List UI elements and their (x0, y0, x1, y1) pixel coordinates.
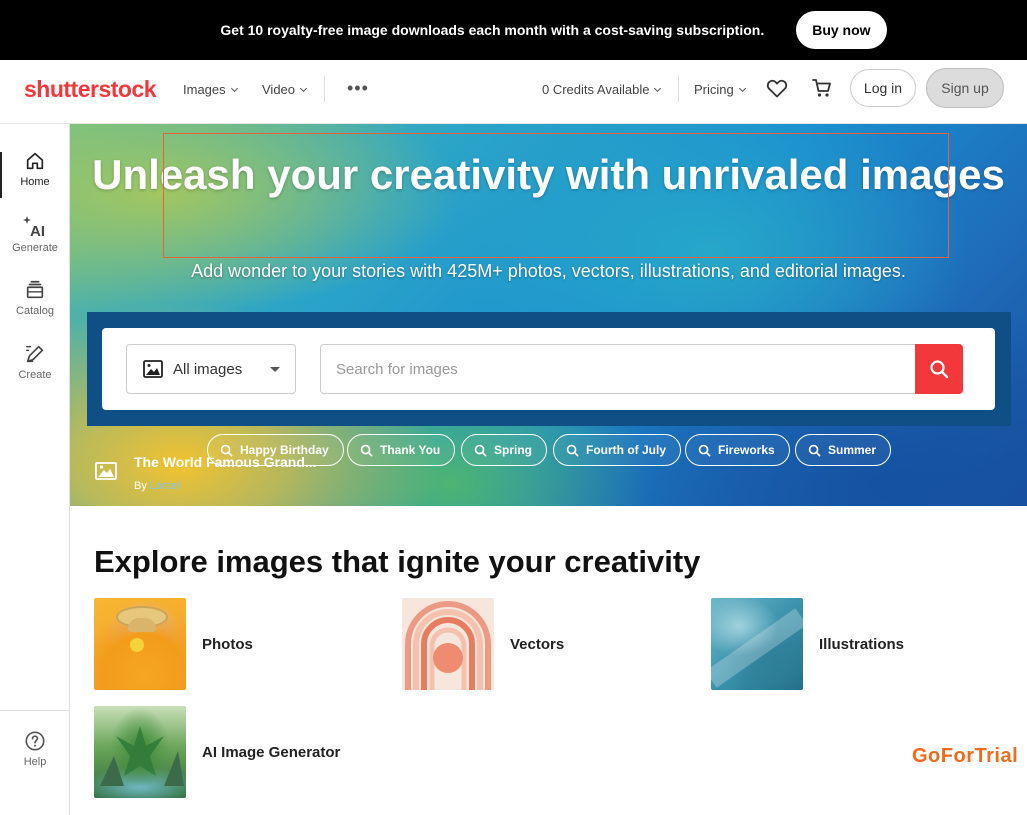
home-icon (26, 152, 44, 170)
search-button[interactable] (915, 344, 963, 394)
image-type-label: All images (173, 360, 243, 378)
chip-label: Fireworks (718, 443, 775, 457)
credit-by-label: By (134, 480, 147, 492)
shutterstock-logo[interactable]: shutterstock (24, 76, 157, 103)
category-photos[interactable]: Photos (94, 598, 253, 690)
explore-heading: Explore images that ignite your creativi… (94, 544, 701, 579)
login-button[interactable]: Log in (850, 69, 916, 107)
category-label: Photos (202, 635, 253, 653)
credits-dropdown[interactable]: 0 Credits Available (542, 82, 662, 97)
sidebar-item-label: Home (20, 176, 50, 188)
signup-button[interactable]: Sign up (926, 68, 1004, 108)
search-bar: All images (102, 328, 995, 410)
nav-video-label: Video (262, 82, 296, 97)
sidebar-item-home[interactable]: Home (0, 150, 70, 206)
hero-banner: Unleash your creativity with unrivaled i… (70, 124, 1027, 506)
heart-icon[interactable] (765, 76, 791, 102)
search-icon (360, 444, 373, 456)
vectors-thumbnail (402, 598, 494, 690)
promo-bar: Get 10 royalty-free image downloads each… (0, 0, 1027, 60)
category-label: AI Image Generator (202, 743, 341, 761)
pricing-dropdown[interactable]: Pricing (694, 82, 746, 97)
search-chip[interactable]: Fireworks (685, 434, 790, 466)
sidebar-item-generate[interactable]: AI Generate (0, 214, 70, 270)
search-chip[interactable]: Fourth of July (553, 434, 681, 466)
left-sidebar: Home AI Generate Catalog Create Help (0, 124, 70, 815)
chip-label: Spring (494, 443, 532, 457)
nav-images-label: Images (183, 82, 226, 97)
category-label: Vectors (510, 635, 565, 653)
divider (0, 710, 70, 711)
svg-text:AI: AI (30, 223, 45, 238)
divider (324, 76, 325, 102)
image-type-select[interactable]: All images (126, 344, 296, 394)
sidebar-item-help[interactable]: Help (0, 730, 70, 786)
search-icon (474, 444, 487, 456)
sidebar-item-create[interactable]: Create (0, 343, 70, 399)
search-chip[interactable]: Summer (795, 434, 892, 466)
nav-images[interactable]: Images (183, 82, 238, 97)
more-horizontal-icon[interactable]: ••• (347, 78, 369, 99)
illustrations-thumbnail (711, 598, 803, 690)
search-icon (808, 444, 821, 456)
ai-generator-thumbnail (94, 706, 186, 798)
search-chip[interactable]: Thank You (347, 434, 456, 466)
chevron-down-icon (654, 84, 662, 92)
chip-label: Happy Birthday (240, 443, 329, 457)
category-vectors[interactable]: Vectors (402, 598, 564, 690)
help-icon (25, 731, 45, 751)
divider (678, 76, 679, 102)
chevron-down-icon (738, 84, 746, 92)
search-icon (566, 444, 579, 456)
search-input[interactable] (320, 344, 916, 394)
credits-label: 0 Credits Available (542, 82, 650, 97)
image-icon (143, 360, 163, 378)
category-label: Illustrations (819, 635, 905, 653)
credit-author-link[interactable]: Lorcel (150, 480, 180, 492)
search-icon (930, 360, 949, 379)
chevron-down-icon (299, 84, 308, 92)
chevron-down-icon (230, 84, 238, 92)
sidebar-item-label: Generate (12, 242, 58, 254)
edit-icon (26, 345, 44, 363)
caret-down-icon (270, 367, 280, 372)
search-chip[interactable]: Spring (461, 434, 547, 466)
promo-text: Get 10 royalty-free image downloads each… (220, 22, 765, 38)
pricing-label: Pricing (694, 82, 734, 97)
help-label: Help (23, 756, 47, 768)
chip-label: Fourth of July (586, 443, 666, 457)
sidebar-item-label: Catalog (16, 305, 54, 317)
chip-label: Summer (828, 443, 877, 457)
credit-author-line: By Lorcel (134, 480, 180, 492)
sidebar-item-catalog[interactable]: Catalog (0, 279, 70, 335)
image-icon (95, 462, 117, 480)
category-illustrations[interactable]: Illustrations (711, 598, 904, 690)
chip-label: Thank You (380, 443, 441, 457)
buy-now-button[interactable]: Buy now (796, 11, 887, 49)
image-credit[interactable]: The World Famous Grand... By Lorcel (95, 454, 317, 492)
search-chip[interactable]: Happy Birthday (207, 434, 344, 466)
cart-icon[interactable] (810, 76, 836, 102)
nav-video[interactable]: Video (262, 82, 308, 97)
search-icon (698, 444, 711, 456)
catalog-icon (26, 280, 44, 299)
watermark-logo: GoForTrial (912, 745, 1019, 767)
top-header: shutterstock Images Video ••• 0 Credits … (0, 60, 1027, 124)
hero-subtitle: Add wonder to your stories with 425M+ ph… (191, 261, 906, 281)
search-icon (220, 444, 233, 456)
photos-thumbnail (94, 598, 186, 690)
category-ai-image-generator[interactable]: AI Image Generator (94, 706, 340, 798)
ai-sparkle-icon: AI (23, 216, 45, 238)
highlight-box (163, 133, 949, 258)
sidebar-item-label: Create (18, 369, 52, 381)
